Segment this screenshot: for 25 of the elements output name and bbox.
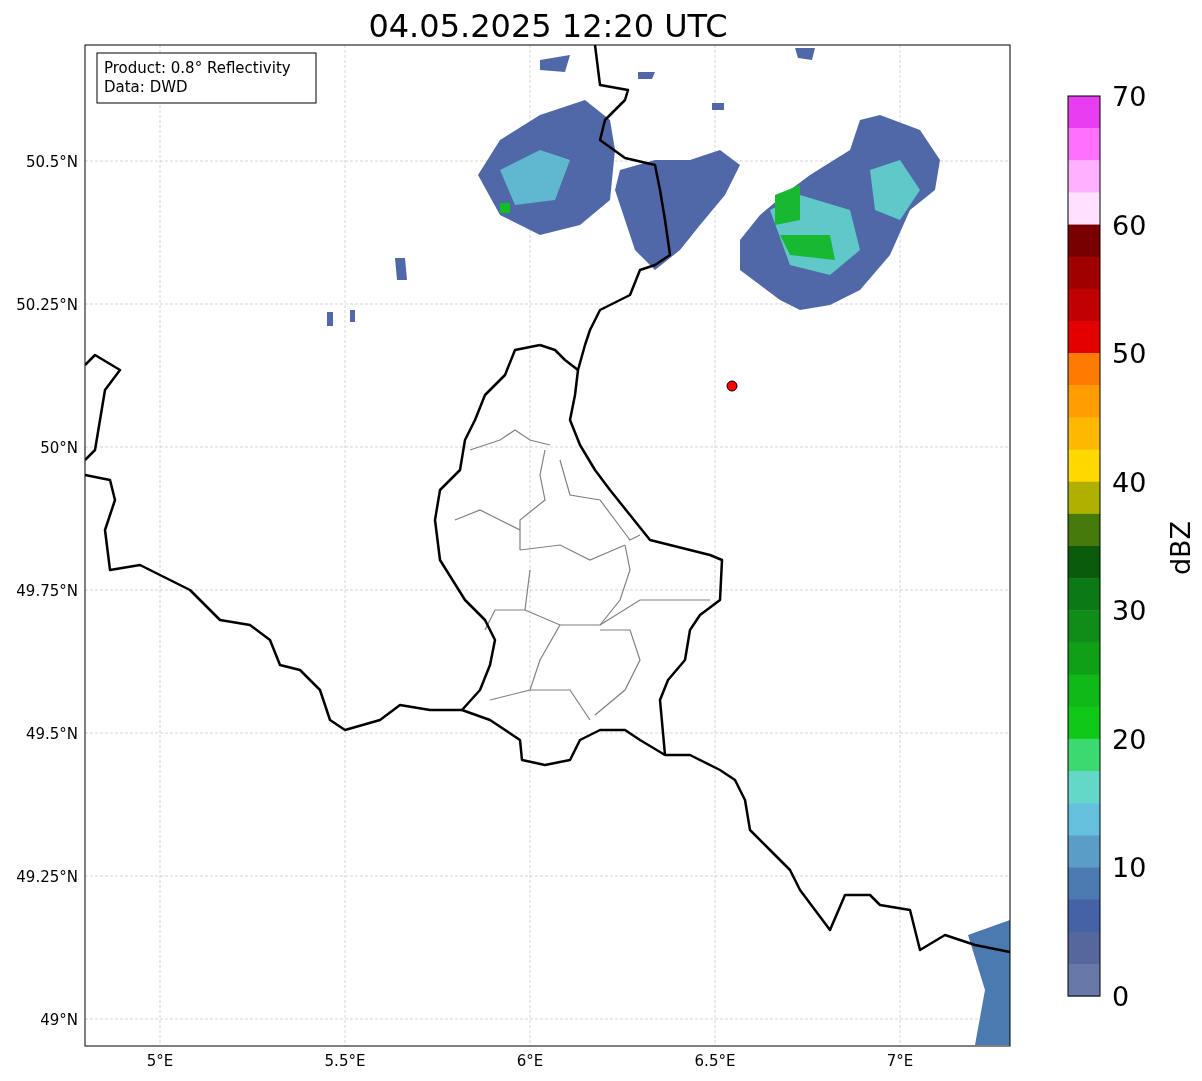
- colorbar-tick-label: 70: [1112, 81, 1147, 112]
- tick-label: 5°E: [146, 1052, 174, 1070]
- colorbar-tick-label: 50: [1112, 338, 1147, 370]
- colorbar-tick-label: 40: [1112, 466, 1147, 498]
- tick-label: 49°N: [40, 1011, 78, 1029]
- figure-title: 04.05.2025 12:20 UTC: [368, 7, 728, 45]
- colorbar-tick-label: 0: [1112, 981, 1130, 1012]
- tick-label: 49.5°N: [25, 725, 78, 743]
- tick-label: 5.5°E: [324, 1052, 366, 1070]
- tick-label: 50°N: [40, 439, 78, 457]
- colorbar-tick-label: 60: [1112, 209, 1147, 241]
- colorbar-tick-label: 30: [1112, 595, 1147, 627]
- tick-label: 50.25°N: [16, 296, 78, 314]
- tick-label: 6.5°E: [694, 1052, 736, 1070]
- colorbar-label: dBZ: [1165, 520, 1196, 576]
- colorbar-tick-label: 20: [1112, 723, 1147, 755]
- legend-text: Data: DWD: [104, 78, 188, 96]
- tick-label: 50.5°N: [25, 153, 78, 171]
- location-marker: [726, 380, 738, 392]
- tick-label: 49.25°N: [16, 868, 78, 886]
- legend-text: Product: 0.8° Reflectivity: [104, 59, 291, 77]
- colorbar-tick-label: 10: [1112, 852, 1147, 884]
- tick-label: 6°E: [516, 1052, 544, 1070]
- tick-label: 49.75°N: [16, 582, 78, 600]
- tick-label: 7°E: [886, 1052, 914, 1070]
